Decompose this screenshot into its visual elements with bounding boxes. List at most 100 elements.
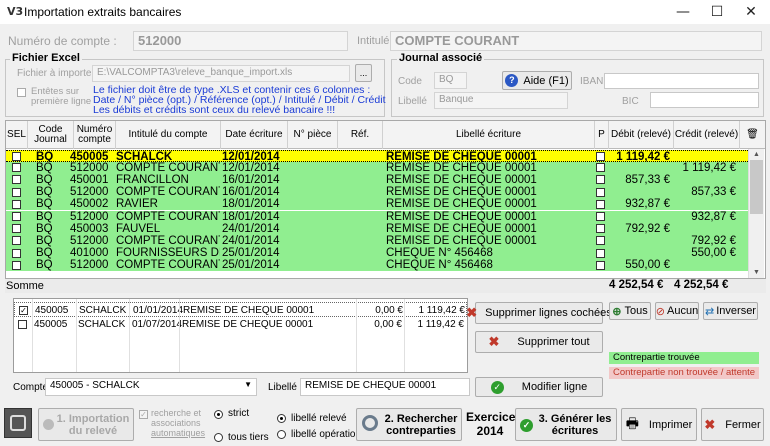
col-code[interactable]: Code Journal [28, 121, 74, 149]
invert-selection-label: Inverser [716, 305, 756, 317]
help-button[interactable]: ? Aide (F1) [502, 71, 572, 90]
row-p-checkbox[interactable] [596, 236, 605, 246]
journal-libelle-field[interactable]: Banque [434, 92, 568, 109]
cell-debit: 932,87 € [625, 198, 670, 211]
modify-line-button[interactable]: ✓ Modifier ligne [475, 377, 603, 397]
row-p-checkbox[interactable] [596, 248, 605, 258]
edit-libelle-field[interactable]: REMISE DE CHEQUE 00001 [300, 378, 470, 396]
journal-group-title: Journal associé [397, 52, 485, 64]
cell-num: 512000 [70, 234, 109, 247]
grid-row[interactable]: BQ 401000 FOURNISSEURS DIV 25/01/2014 CHEQUE… [6, 247, 748, 260]
grid-row[interactable]: BQ 450003 FAUVEL 24/01/2014 REMISE DE CHEQUE… [6, 222, 748, 235]
contrepartie-cell-date: 01/07/2014 [132, 319, 183, 330]
tous-tiers-radio[interactable] [214, 433, 223, 442]
numero-compte-field[interactable]: 512000 [133, 31, 348, 51]
app-icon: V3 [7, 5, 24, 18]
import-button[interactable]: 1. Importation du relevé [38, 408, 134, 441]
iban-label: IBAN [580, 76, 604, 87]
contrepartie-checkbox[interactable]: ✓ [19, 306, 28, 315]
contrepartie-row[interactable]: ✓ 450005 SCHALCK 01/01/2014 REMISE DE CHEQUE… [14, 302, 467, 317]
cell-num: 512000 [70, 210, 109, 223]
row-select-checkbox[interactable] [12, 152, 21, 161]
contrepartie-checkbox[interactable] [18, 320, 27, 329]
col-intitule[interactable]: Intitulé du compte [116, 121, 221, 149]
grid-row[interactable]: BQ 450002 RAVIER 18/01/2014 REMISE DE CHEQUE… [6, 198, 748, 211]
grid-row[interactable]: BQ 512000 COMPTE COURANT 16/01/2014 REMISE D… [6, 186, 748, 199]
browse-button[interactable]: ... [355, 64, 372, 82]
grid-row[interactable]: BQ 512000 COMPTE COURANT 24/01/2014 REMISE D… [6, 234, 748, 248]
select-none-button[interactable]: ⊘ Aucun [655, 302, 699, 320]
row-p-checkbox[interactable] [596, 187, 605, 197]
sum-debit: 4 252,54 € [609, 279, 664, 291]
row-p-checkbox[interactable] [596, 199, 605, 209]
grid-row[interactable]: BQ 450005 SCHALCK 12/01/2014 REMISE DE CHEQU… [6, 149, 748, 163]
row-p-checkbox[interactable] [596, 224, 605, 234]
excel-info-3: Les débits et crédits sont ceux du relev… [93, 104, 336, 116]
col-ref[interactable]: Réf. [338, 121, 383, 149]
cell-libelle: CHEQUE N° 456468 [386, 259, 493, 272]
cell-credit: 857,33 € [691, 186, 736, 199]
contrepartie-row[interactable]: 450005 SCHALCK 01/07/2014 REMISE DE CHEQUE … [14, 317, 467, 332]
file-path-field[interactable]: E:\VALCOMPTA3\releve_banque_import.xls [92, 65, 350, 82]
row-p-checkbox[interactable] [596, 163, 605, 173]
print-button[interactable]: 🖶 Imprimer [621, 408, 697, 441]
bic-field[interactable] [650, 92, 759, 108]
invert-selection-button[interactable]: ⇄ Inverser [703, 302, 758, 320]
grid-row[interactable]: BQ 512000 COMPTE COURANT 12/01/2014 REMISE D… [6, 161, 748, 174]
journal-code-label: Code [398, 76, 422, 87]
row-select-checkbox[interactable] [12, 199, 21, 209]
row-p-checkbox[interactable] [596, 260, 605, 270]
journal-code-field[interactable]: BQ [434, 72, 467, 89]
compte-select[interactable]: 450005 - SCHALCK ▼ [45, 378, 257, 396]
row-select-checkbox[interactable] [12, 187, 21, 197]
search-contreparties-button[interactable]: 2. Rechercher contreparties [356, 408, 462, 441]
generate-label-2: écritures [551, 425, 599, 437]
col-numero[interactable]: Numéro compte [74, 121, 116, 149]
grid-options-icon[interactable]: 🗑 [740, 121, 765, 149]
col-date[interactable]: Date écriture [221, 121, 288, 149]
close-window-button[interactable]: ✕ [734, 0, 768, 24]
delete-all-button[interactable]: ✖ Supprimer tout [475, 331, 603, 353]
col-piece[interactable]: N° pièce [288, 121, 338, 149]
strict-radio[interactable] [214, 410, 223, 419]
row-select-checkbox[interactable] [12, 175, 21, 185]
row-p-checkbox[interactable] [596, 152, 605, 161]
logo-icon [4, 408, 32, 438]
cell-date: 25/01/2014 [222, 259, 280, 272]
row-p-checkbox[interactable] [596, 175, 605, 185]
select-all-button[interactable]: ⊕ Tous [609, 302, 651, 320]
col-sel[interactable]: SEL [6, 121, 28, 149]
grid-row[interactable]: BQ 450001 FRANCILLON 16/01/2014 REMISE DE CH… [6, 173, 748, 187]
row-select-checkbox[interactable] [12, 236, 21, 246]
row-select-checkbox[interactable] [12, 224, 21, 234]
row-select-checkbox[interactable] [12, 248, 21, 258]
grid-scroll-thumb[interactable] [750, 160, 763, 214]
col-credit[interactable]: Crédit (relevé) [674, 121, 740, 149]
libelle-operation-radio[interactable] [277, 430, 286, 439]
delete-checked-button[interactable]: ✖ Supprimer lignes cochées [466, 302, 612, 324]
maximize-button[interactable]: ☐ [700, 0, 734, 24]
close-button[interactable]: ✖ Fermer [701, 408, 764, 441]
cell-intitule: SCHALCK [116, 150, 173, 163]
auto-checkbox[interactable]: ✓ [139, 410, 148, 419]
iban-field[interactable] [604, 73, 759, 89]
col-p[interactable]: P [595, 121, 609, 149]
cell-num: 450001 [70, 173, 109, 186]
grid-scrollbar[interactable]: ▲ ▼ [748, 149, 764, 278]
grid-row[interactable]: BQ 512000 COMPTE COURANT 25/01/2014 CHEQUE N… [6, 259, 748, 272]
window-title: Importation extraits bancaires [24, 5, 182, 19]
col-libelle[interactable]: Libellé écriture [383, 121, 595, 149]
col-debit[interactable]: Débit (relevé) [609, 121, 674, 149]
row-select-checkbox[interactable] [12, 212, 21, 221]
headers-checkbox[interactable] [17, 88, 26, 97]
row-select-checkbox[interactable] [12, 163, 21, 173]
minimize-button[interactable]: — [666, 0, 700, 24]
grid-row[interactable]: BQ 512000 COMPTE COURANT 18/01/2014 REMISE D… [6, 210, 748, 223]
contrepartie-cell-debit: 0,00 € [375, 305, 403, 316]
libelle-releve-radio[interactable] [277, 414, 286, 423]
row-p-checkbox[interactable] [596, 212, 605, 221]
generate-button[interactable]: ✓ 3. Générer les écritures [515, 408, 617, 441]
row-select-checkbox[interactable] [12, 260, 21, 270]
modify-line-label: Modifier ligne [521, 381, 588, 393]
intitule-field[interactable]: COMPTE COURANT [390, 31, 762, 51]
